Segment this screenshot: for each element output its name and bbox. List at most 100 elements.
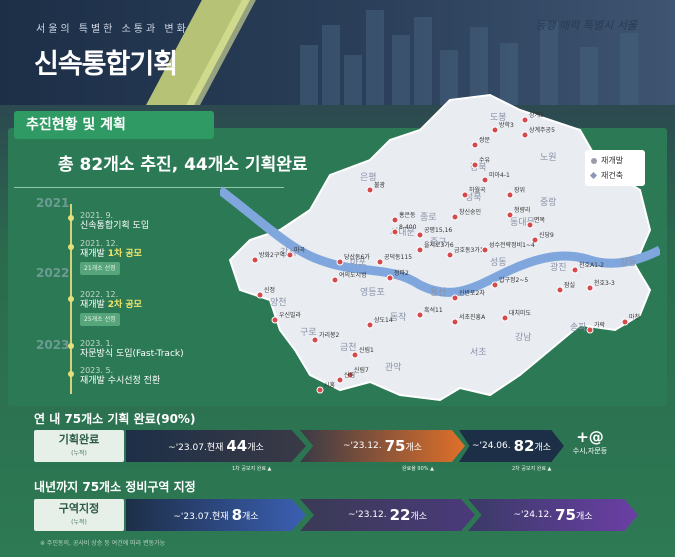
site-marker — [451, 318, 459, 326]
site-marker — [446, 251, 454, 259]
site-label: 가락 — [594, 321, 606, 329]
timeline-event: 2023. 5. 재개발 수시선정 전환 — [80, 366, 161, 386]
site-label: 쌍문 — [479, 136, 491, 144]
district-label: 양천 — [270, 297, 287, 308]
district-label: 노원 — [540, 152, 557, 163]
site-marker — [256, 291, 264, 299]
step-note: 완료율 90% ▲ — [402, 466, 434, 472]
site-label: 마곡 — [294, 246, 306, 254]
site-marker — [316, 386, 324, 394]
site-marker — [491, 281, 499, 289]
timeline-dot — [68, 371, 74, 377]
site-marker — [366, 186, 374, 194]
step-note: 2차 공모지 완료 ▲ — [512, 466, 552, 472]
site-label: 흑석11 — [424, 306, 443, 314]
district-label: 송파 — [570, 322, 587, 333]
year-label: 2022 — [36, 266, 70, 280]
district-label: 영등포 — [360, 287, 385, 298]
site-marker — [501, 314, 509, 322]
site-marker — [586, 284, 594, 292]
infographic: 서울의 특별한 소통과 변화 신속통합기획 동행 매력 특별시 서울 추진현황 … — [0, 0, 675, 557]
site-marker — [251, 256, 259, 264]
site-label: 상도14 — [374, 316, 393, 324]
page-title: 신속통합기획 — [34, 49, 178, 80]
row-label: 기획완료 (누적) — [34, 430, 124, 462]
map-legend: 재개발 재건축 — [585, 150, 645, 186]
site-marker — [526, 221, 534, 229]
district-label: 강동 — [620, 257, 637, 268]
site-label: 홍은동 — [399, 211, 416, 219]
site-marker — [521, 131, 529, 139]
section-tab: 추진현황 및 계획 — [14, 111, 214, 139]
site-marker — [481, 176, 489, 184]
site-marker — [471, 141, 479, 149]
site-marker — [416, 246, 424, 254]
section2-title: 연 내 75개소 기획 완료(90%) — [34, 412, 196, 426]
site-marker — [506, 211, 514, 219]
site-label: 마천 — [629, 313, 640, 321]
site-label: 시흥 — [324, 381, 336, 389]
site-marker — [621, 318, 629, 326]
site-label: 장위 — [514, 186, 525, 194]
site-label: 청파2 — [394, 269, 409, 277]
progress-arrow: ~'23.12. 75 개소 — [300, 430, 465, 462]
site-label: 서초진흥A — [459, 313, 486, 321]
site-label: 불광 — [374, 182, 386, 189]
site-marker — [451, 294, 459, 302]
progress-arrow: ~'23.07.현재 8 개소 — [126, 499, 306, 531]
site-marker — [481, 246, 489, 254]
site-label: 면목 — [534, 216, 546, 224]
district-label: 성동 — [490, 257, 507, 268]
step-note: 1차 공모지 완료 ▲ — [232, 466, 272, 472]
timeline-event: 2021. 9. 신속통합기획 도입 — [80, 211, 150, 231]
site-label: 수유 — [479, 157, 491, 164]
site-label: 금호동3가1 — [454, 246, 484, 254]
site-label: 신당9 — [539, 231, 554, 239]
site-label: 공평15,16 — [424, 226, 452, 234]
site-marker — [331, 276, 339, 284]
timeline-event: 2021. 12. 재개발 1차 공모 21개소 선정 — [80, 238, 142, 275]
site-marker — [271, 316, 279, 324]
site-label: 상계주공5 — [529, 126, 555, 134]
year-label: 2021 — [36, 196, 70, 210]
site-label: 신정 — [264, 286, 275, 294]
footnote: ※ 주민동의, 공사비 상승 등 여건에 따라 변동가능 — [40, 540, 166, 547]
site-label: 신림7 — [354, 366, 369, 374]
redevelop-dot-icon — [591, 157, 597, 164]
site-marker — [351, 351, 359, 359]
district-label: 강남 — [515, 332, 532, 343]
site-label: 공덕동115 — [384, 254, 412, 261]
site-marker — [416, 231, 424, 239]
timeline-event: 2022. 12. 재개발 2차 공모 25개소 선정 — [80, 289, 142, 326]
site-marker — [506, 191, 514, 199]
site-label: 신반포2차 — [459, 289, 485, 297]
site-label: 청량리 — [514, 206, 531, 214]
progress-arrow: ~'24.06. 82 개소 — [459, 430, 564, 462]
site-marker — [386, 274, 394, 282]
site-marker — [376, 258, 384, 266]
timeline-dot — [68, 215, 74, 221]
seoul-map: 도봉노원강북은평성북중랑종로동대문서대문마포중구성동광진강동용산강서영등포동작서… — [220, 93, 660, 402]
site-label: 을지로3가6 — [424, 241, 454, 249]
progress-arrow: ~'24.12. 75 개소 — [468, 499, 638, 531]
site-label: 하월곡 — [469, 186, 486, 194]
row-label: 구역지정 (누적) — [34, 499, 124, 531]
district-label: 관악 — [385, 361, 402, 373]
site-label: 당산동6가 — [344, 253, 370, 261]
progress-arrow: ~'23.07.현재 44 개소 — [126, 430, 306, 462]
district-label: 광진 — [550, 261, 567, 273]
site-label: 8-400 — [399, 224, 417, 231]
rebuild-diamond-icon — [589, 171, 598, 180]
site-label: 잠실 — [564, 281, 575, 289]
site-label: 천호A1-2 — [579, 261, 604, 269]
header-subtitle: 서울의 특별한 소통과 변화 — [36, 24, 189, 35]
site-label: 여의도시범 — [339, 271, 367, 279]
site-label: 상계5 — [529, 111, 544, 119]
site-marker — [391, 216, 399, 224]
seoul-slogan-logo: 동행 매력 특별시 서울 — [535, 19, 637, 32]
site-label: 가리봉2 — [319, 331, 340, 339]
site-marker — [286, 251, 294, 259]
district-label: 서초 — [470, 347, 487, 358]
district-label: 구로 — [300, 327, 317, 338]
status-badge: 25개소 선정 — [80, 313, 120, 326]
